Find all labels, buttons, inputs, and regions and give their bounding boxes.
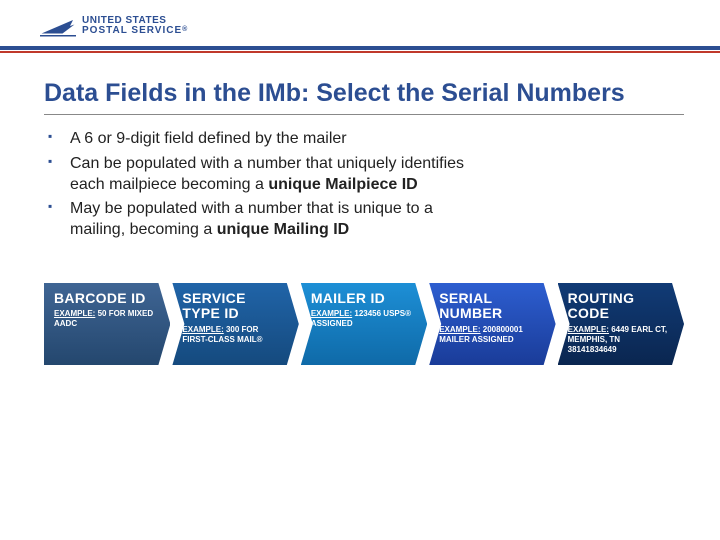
field-title: ROUTING CODE: [568, 291, 670, 322]
usps-logo: UNITED STATES POSTAL SERVICE®: [40, 14, 720, 38]
field-title: MAILER ID: [311, 291, 413, 306]
field-barcode-id: BARCODE ID EXAMPLE: 50 FOR MIXED AADC: [44, 283, 170, 365]
title-rule: [44, 114, 684, 115]
eagle-icon: [40, 14, 76, 38]
field-example: EXAMPLE: 123456 USPS® ASSIGNED: [311, 309, 413, 329]
page-title: Data Fields in the IMb: Select the Seria…: [44, 79, 684, 108]
field-mailer-id: MAILER ID EXAMPLE: 123456 USPS® ASSIGNED: [301, 283, 427, 365]
field-example: EXAMPLE: 50 FOR MIXED AADC: [54, 309, 156, 329]
field-title: SERVICE TYPE ID: [182, 291, 284, 322]
bullet-item: Can be populated with a number that uniq…: [48, 154, 474, 196]
field-routing-code: ROUTING CODE EXAMPLE: 6449 EARL CT, MEMP…: [558, 283, 684, 365]
field-arrows: BARCODE ID EXAMPLE: 50 FOR MIXED AADC SE…: [44, 283, 684, 365]
field-serial-number: SERIAL NUMBER EXAMPLE: 200800001 MAILER …: [429, 283, 555, 365]
logo-text: UNITED STATES POSTAL SERVICE®: [82, 16, 188, 37]
field-title: SERIAL NUMBER: [439, 291, 541, 322]
header-rule: [0, 46, 720, 53]
bullet-item: A 6 or 9-digit field defined by the mail…: [48, 129, 474, 150]
field-title: BARCODE ID: [54, 291, 156, 306]
bullet-item: May be populated with a number that is u…: [48, 199, 474, 241]
field-example: EXAMPLE: 200800001 MAILER ASSIGNED: [439, 325, 541, 345]
field-service-type-id: SERVICE TYPE ID EXAMPLE: 300 FOR FIRST-C…: [172, 283, 298, 365]
bullet-list: A 6 or 9-digit field defined by the mail…: [44, 129, 474, 241]
slide-body: Data Fields in the IMb: Select the Seria…: [0, 53, 720, 365]
field-example: EXAMPLE: 6449 EARL CT, MEMPHIS, TN 38141…: [568, 325, 670, 355]
header: UNITED STATES POSTAL SERVICE®: [0, 0, 720, 53]
field-example: EXAMPLE: 300 FOR FIRST-CLASS MAIL®: [182, 325, 284, 345]
logo-line2: POSTAL SERVICE®: [82, 26, 188, 37]
